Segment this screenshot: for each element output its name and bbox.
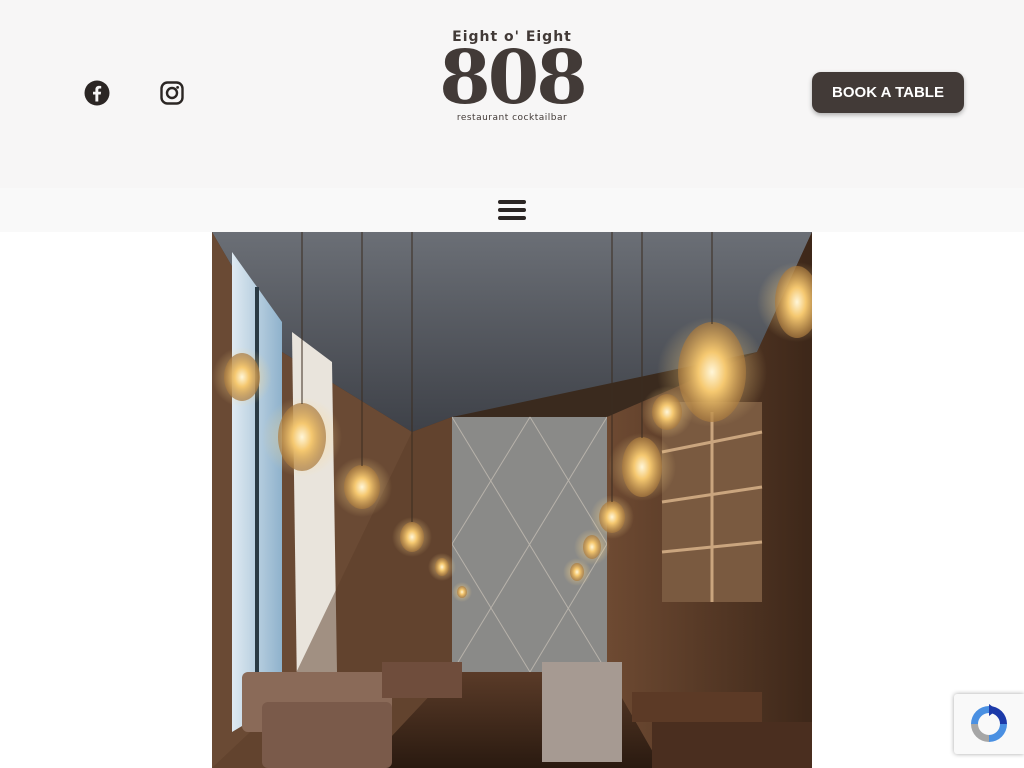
logo-number: 808 <box>439 35 587 121</box>
logo-sub-text: restaurant cocktailbar <box>456 113 568 123</box>
facebook-icon[interactable] <box>83 79 111 107</box>
site-logo[interactable]: Eight o' Eight 808 restaurant cocktailba… <box>434 28 590 134</box>
instagram-icon[interactable] <box>158 79 186 107</box>
restaurant-interior-photo <box>212 232 812 768</box>
main-nav-bar <box>0 188 1024 232</box>
hamburger-menu-icon[interactable] <box>496 198 528 222</box>
site-header: Eight o' Eight 808 restaurant cocktailba… <box>0 0 1024 188</box>
recaptcha-icon[interactable] <box>954 694 1024 754</box>
book-a-table-button[interactable]: BOOK A TABLE <box>812 72 964 113</box>
